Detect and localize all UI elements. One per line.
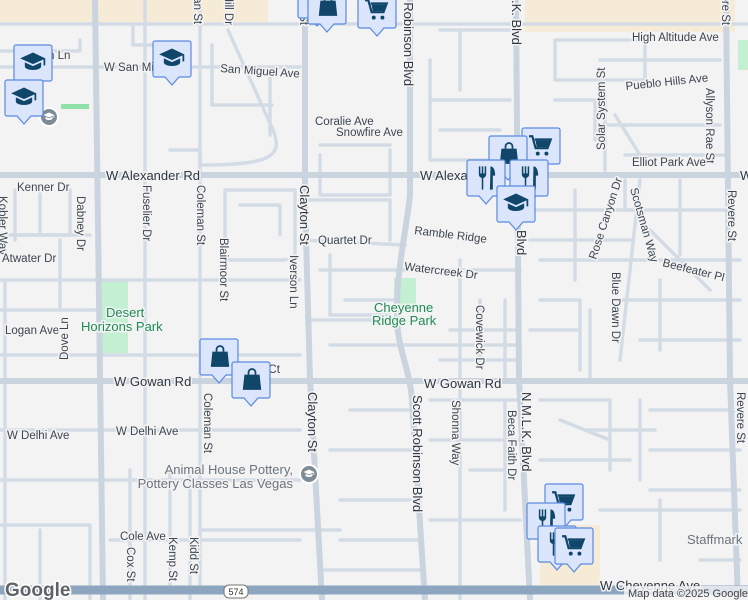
label-pueblo-hills-ave: Pueblo Hills Ave (625, 72, 709, 93)
label-staffmark[interactable]: Staffmark (686, 531, 745, 549)
label-kenner-dr: Kenner Dr (17, 182, 70, 194)
label-animal-house-pottery[interactable]: Animal House Pottery, (163, 461, 294, 479)
label-revere-st-north: Revere St (719, 0, 731, 26)
highway-574-label: 574 (228, 587, 243, 597)
school-marker[interactable] (4, 79, 44, 125)
label-desert-horizons-park-2[interactable]: Horizons Park (80, 318, 165, 336)
label-revere-st: Revere St (725, 190, 737, 242)
label-high-altitude-ave: High Altitude Ave (632, 32, 719, 44)
label-atwater-dr: Atwater Dr (2, 253, 56, 265)
label-cox-st: Cox St (124, 547, 136, 582)
label-w-east: W (740, 168, 748, 183)
label-rose-canyon-dr: Rose Canyon Dr (587, 176, 625, 261)
label-w-alexander-rd: W Alexander Rd (106, 168, 200, 183)
label-w-delhi-ave: W Delhi Ave (116, 426, 178, 438)
label-solar-system-st: Solar System St (596, 67, 608, 150)
commercial-area (525, 0, 735, 32)
label-quartet-dr: Quartet Dr (318, 235, 372, 247)
label-allyson-rae-st: Allyson Rae St (703, 88, 715, 164)
park-labels: Desert Horizons Park Cheyenne Ridge Park (80, 299, 439, 336)
label-blairmoor-st: Blairmoor St (217, 238, 229, 302)
label-kemp-st: Kemp St (166, 537, 178, 582)
label-w-alexander-rd-east: W Alexa (420, 168, 468, 183)
arterial-road (92, 0, 106, 600)
label-revere-st-south: Revere St (734, 392, 746, 444)
label-pottery-classes[interactable]: Pottery Classes Las Vegas (136, 475, 295, 493)
highway-shield: 574 (223, 584, 249, 599)
label-w-san-miguel-ave: W San Mi (104, 62, 154, 74)
label-iverson-ln: Iverson Ln (287, 255, 299, 309)
label-covewick-dr: Covewick Dr (473, 305, 485, 370)
label-dove-ln: Dove Ln (59, 317, 71, 360)
map-attribution[interactable]: Map data ©2025 Google (628, 588, 748, 600)
label-fuselier-dr: Fuselier Dr (140, 185, 152, 241)
label-snowfire-ave: Snowfire Ave (336, 127, 403, 139)
school-poi-icon[interactable] (299, 464, 319, 484)
google-logo[interactable]: Google (4, 579, 72, 600)
clayton-st-road (302, 0, 325, 600)
label-cole-ave: Cole Ave (120, 531, 166, 543)
label-shonna-way: Shonna Way (449, 400, 461, 466)
cart-marker[interactable] (357, 0, 397, 37)
label-mlk-mid: Blvd (514, 230, 529, 255)
label-scott-robinson-blvd: Scott Robinson Blvd (410, 395, 425, 512)
label-kidd-st: Kidd St (187, 537, 199, 575)
park-area (738, 40, 748, 70)
label-coleman-st-south: Coleman St (201, 393, 213, 454)
school-marker[interactable] (152, 40, 192, 86)
label-kobler-way: Kobler Way (0, 196, 8, 255)
label-scott-robinson-blvd-north: t Robinson Blvd (401, 0, 416, 86)
label-mlk-north: .K. Blvd (509, 0, 524, 45)
label-n-mlk-blvd: N M.L.K. Blvd (519, 392, 534, 471)
label-beca-faith-dr: Beca Faith Dr (505, 410, 517, 480)
map-canvas[interactable]: W Alexander Rd W Alexa W Gowan Rd W Gowa… (0, 0, 748, 600)
school-marker[interactable] (496, 185, 536, 231)
label-coleman-st: Coleman St (194, 185, 206, 246)
shopping-bag-marker[interactable] (307, 0, 347, 33)
label-w-delhi-ave-west: W Delhi Ave (7, 430, 69, 442)
label-w-gowan-rd-east: W Gowan Rd (424, 376, 501, 391)
label-logan-ave: Logan Ave (5, 325, 59, 337)
label-blue-dawn-dr: Blue Dawn Dr (609, 272, 621, 343)
shopping-bag-icon (318, 0, 338, 16)
label-elliot-park-ave: Elliot Park Ave (632, 157, 706, 169)
shopping-bag-marker[interactable] (231, 361, 271, 407)
park-path (61, 104, 89, 109)
label-ramble-ridge: Ramble Ridge (414, 225, 488, 246)
label-w-gowan-rd: W Gowan Rd (114, 374, 191, 389)
label-cheyenne-ridge-park-2[interactable]: Ridge Park (371, 312, 439, 330)
label-coleman-st-north: Coleman St (191, 0, 203, 25)
label-hill-dr: l Hill Dr (222, 0, 234, 25)
label-desert-horizons-park[interactable]: Desert (105, 304, 147, 322)
label-clayton-st: Clayton St (297, 185, 312, 245)
label-dabney-dr: Dabney Dr (74, 196, 86, 251)
label-clayton-st-south: Clayton St (305, 392, 320, 452)
